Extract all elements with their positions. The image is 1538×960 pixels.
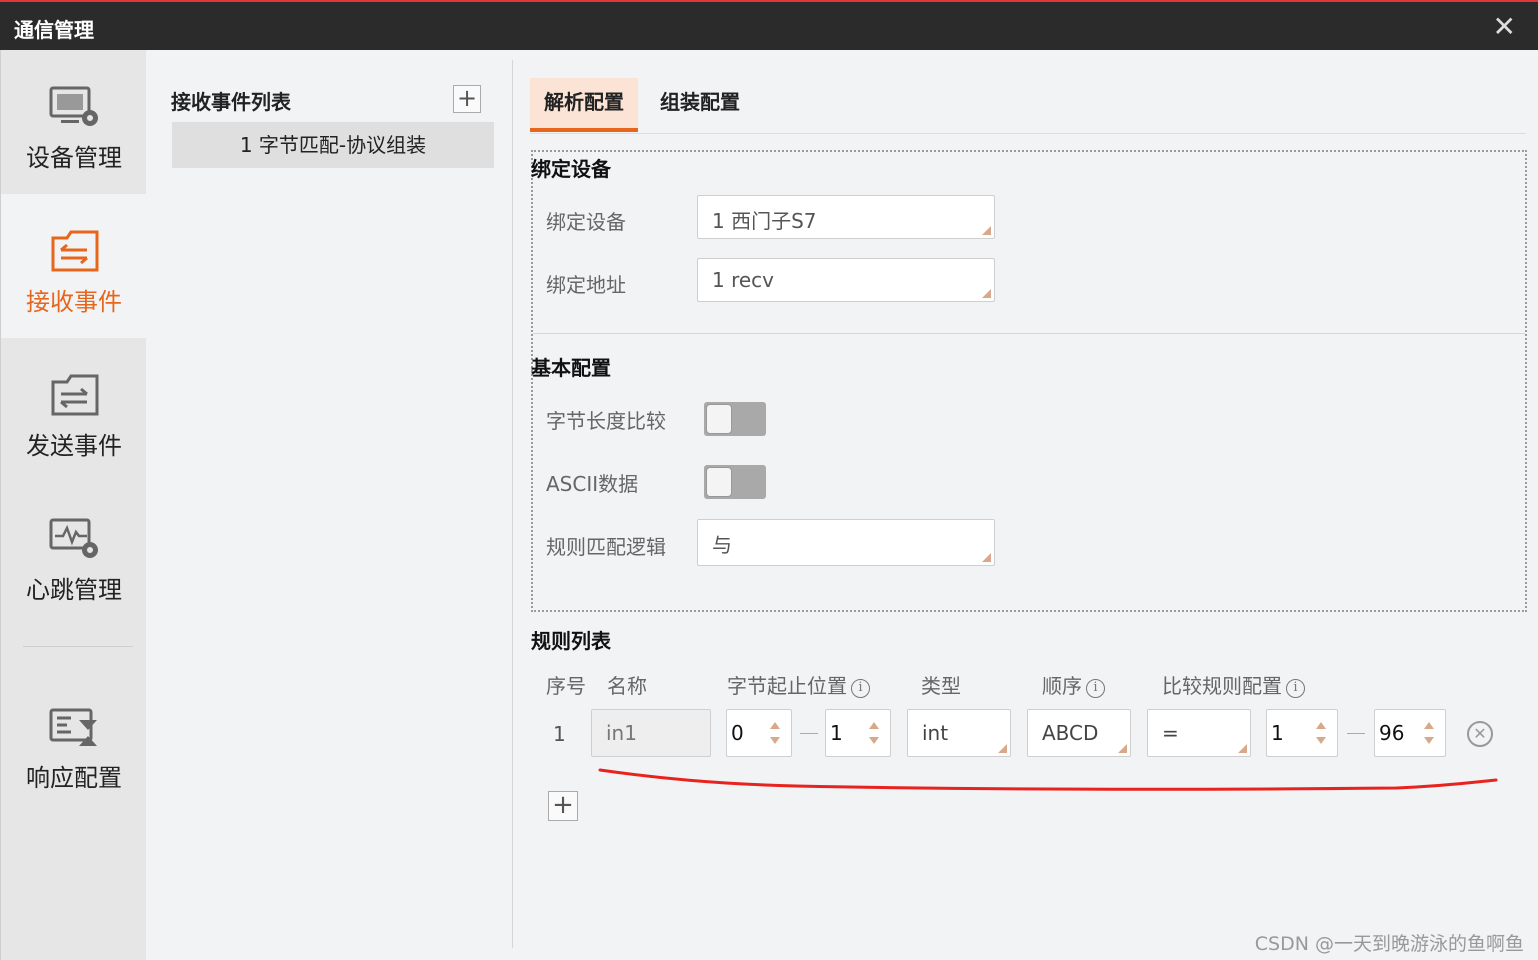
stepper-arrows-icon[interactable]	[1315, 720, 1327, 746]
sidebar-item-label: 设备管理	[26, 144, 122, 172]
rule-order-value: ABCD	[1042, 721, 1099, 745]
resize-grip-icon	[1118, 744, 1127, 753]
rule-row-index: 1	[553, 722, 566, 746]
ascii-data-toggle[interactable]	[704, 465, 766, 499]
close-icon[interactable]: ✕	[1493, 10, 1516, 43]
column-header-index: 序号	[546, 674, 586, 698]
byte-start-value: 0	[731, 721, 744, 745]
bind-device-value: 1 西门子S7	[712, 209, 817, 233]
match-logic-select[interactable]: 与	[697, 519, 995, 566]
sidebar-item-label: 心跳管理	[26, 576, 122, 604]
add-rule-button[interactable]: +	[548, 791, 578, 821]
sidebar-nav: 设备管理 接收事件 发送事件 心跳管理 响应配置	[0, 50, 147, 960]
info-icon[interactable]: i	[1086, 679, 1105, 698]
rule-type-select[interactable]: int	[907, 709, 1011, 757]
rule-name-field[interactable]: in1	[591, 709, 711, 757]
bind-address-value: 1 recv	[712, 268, 775, 292]
device-settings-icon	[49, 86, 98, 126]
sidebar-divider	[23, 646, 133, 647]
compare-to-value: 96	[1379, 721, 1405, 745]
byte-length-compare-label: 字节长度比较	[546, 409, 666, 433]
resize-grip-icon	[1238, 744, 1247, 753]
byte-end-value: 1	[830, 721, 843, 745]
window-title: 通信管理	[14, 18, 94, 42]
resize-grip-icon	[998, 744, 1007, 753]
byte-length-compare-toggle[interactable]	[704, 402, 766, 436]
bind-device-select[interactable]: 1 西门子S7	[697, 195, 995, 239]
compare-operator-select[interactable]: =	[1147, 709, 1251, 757]
watermark: CSDN @一天到晚游泳的鱼啊鱼	[1254, 933, 1524, 955]
sidebar-item-device-management[interactable]: 设备管理	[1, 50, 147, 194]
section-divider	[533, 333, 1525, 334]
sidebar-item-heartbeat[interactable]: 心跳管理	[1, 482, 147, 626]
compare-operator-value: =	[1162, 721, 1179, 745]
receive-event-icon	[51, 230, 99, 272]
response-config-icon	[49, 708, 97, 746]
sidebar-item-label: 接收事件	[26, 288, 122, 316]
range-dash	[800, 733, 818, 734]
match-logic-value: 与	[712, 533, 732, 557]
stepper-arrows-icon[interactable]	[769, 720, 781, 746]
compare-from-stepper[interactable]: 1	[1266, 709, 1338, 757]
column-header-byte-range: 字节起止位置 i	[727, 670, 870, 699]
sidebar-item-label: 响应配置	[26, 764, 122, 792]
column-header-label: 比较规则配置	[1162, 674, 1282, 698]
receive-events-panel: 接收事件列表 + 1 字节匹配-协议组装	[146, 50, 512, 960]
bind-address-label: 绑定地址	[546, 273, 626, 297]
match-logic-label: 规则匹配逻辑	[546, 535, 666, 559]
range-dash	[1347, 733, 1365, 734]
column-header-name: 名称	[607, 674, 647, 698]
column-header-label: 顺序	[1042, 674, 1082, 698]
toggle-knob	[706, 404, 732, 434]
title-bar: 通信管理 ✕	[0, 0, 1538, 50]
sidebar-item-receive-events[interactable]: 接收事件	[1, 194, 147, 338]
byte-end-stepper[interactable]: 1	[825, 709, 891, 757]
toggle-knob	[706, 467, 732, 497]
red-underline-annotation	[598, 768, 1498, 791]
config-tabs: 解析配置 组装配置	[530, 78, 1526, 134]
sidebar-item-send-events[interactable]: 发送事件	[1, 338, 147, 482]
resize-grip-icon	[982, 553, 991, 562]
column-header-label: 字节起止位置	[727, 674, 847, 698]
resize-grip-icon	[982, 289, 991, 298]
tab-assemble-config[interactable]: 组装配置	[646, 78, 754, 132]
rule-type-value: int	[922, 721, 949, 745]
column-header-order: 顺序 i	[1042, 670, 1105, 699]
column-header-type: 类型	[921, 674, 961, 698]
bind-address-select[interactable]: 1 recv	[697, 258, 995, 302]
bind-device-label: 绑定设备	[546, 210, 626, 234]
config-section-box	[531, 150, 1527, 612]
info-icon[interactable]: i	[1286, 679, 1305, 698]
bind-device-section-title: 绑定设备	[531, 157, 611, 181]
column-header-compare: 比较规则配置 i	[1162, 670, 1305, 699]
ascii-data-label: ASCII数据	[546, 472, 639, 496]
rules-list-title: 规则列表	[531, 629, 611, 653]
panel-divider	[512, 60, 513, 948]
stepper-arrows-icon[interactable]	[1423, 720, 1435, 746]
compare-to-stepper[interactable]: 96	[1374, 709, 1446, 757]
resize-grip-icon	[982, 226, 991, 235]
sidebar-item-response-config[interactable]: 响应配置	[1, 670, 147, 814]
remove-rule-icon[interactable]: ✕	[1467, 721, 1493, 747]
info-icon[interactable]: i	[851, 679, 870, 698]
events-list-title: 接收事件列表	[171, 90, 291, 114]
rule-order-select[interactable]: ABCD	[1027, 709, 1131, 757]
send-event-icon	[51, 374, 99, 416]
basic-config-section-title: 基本配置	[531, 356, 611, 380]
compare-from-value: 1	[1271, 721, 1284, 745]
add-event-button[interactable]: +	[453, 85, 481, 113]
heartbeat-settings-icon	[49, 518, 98, 558]
list-item[interactable]: 1 字节匹配-协议组装	[172, 122, 494, 168]
tab-parse-config[interactable]: 解析配置	[530, 78, 638, 132]
stepper-arrows-icon[interactable]	[868, 720, 880, 746]
sidebar-item-label: 发送事件	[26, 432, 122, 460]
byte-start-stepper[interactable]: 0	[726, 709, 792, 757]
